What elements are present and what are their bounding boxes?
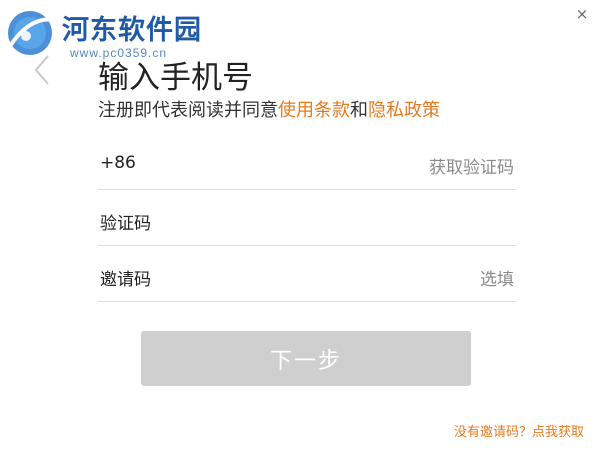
country-code[interactable]: +86	[100, 153, 136, 173]
terms-notice: 注册即代表阅读并同意使用条款和隐私政策	[98, 96, 440, 122]
code-input[interactable]	[168, 205, 418, 231]
terms-of-use-link[interactable]: 使用条款	[278, 100, 350, 121]
close-icon[interactable]: ×	[574, 6, 590, 22]
invite-label: 邀请码	[100, 270, 151, 290]
code-row: 验证码	[98, 189, 516, 246]
phone-row: +86 获取验证码	[98, 133, 516, 190]
terms-prefix: 注册即代表阅读并同意	[98, 100, 278, 121]
page-title: 输入手机号	[98, 60, 253, 96]
invite-optional-hint: 选填	[480, 270, 514, 290]
terms-and: 和	[350, 100, 368, 121]
get-code-button[interactable]: 获取验证码	[429, 153, 514, 178]
watermark-title: 河东软件园	[62, 15, 202, 46]
watermark-logo-icon	[4, 6, 58, 60]
get-invite-code-link[interactable]: 没有邀请码？点我获取	[454, 421, 584, 440]
invite-input[interactable]	[168, 261, 418, 287]
next-button[interactable]: 下一步	[141, 331, 471, 386]
privacy-policy-link[interactable]: 隐私政策	[368, 100, 440, 121]
phone-input[interactable]	[168, 149, 418, 175]
invite-row: 邀请码 选填	[98, 245, 516, 302]
code-label: 验证码	[100, 214, 151, 234]
